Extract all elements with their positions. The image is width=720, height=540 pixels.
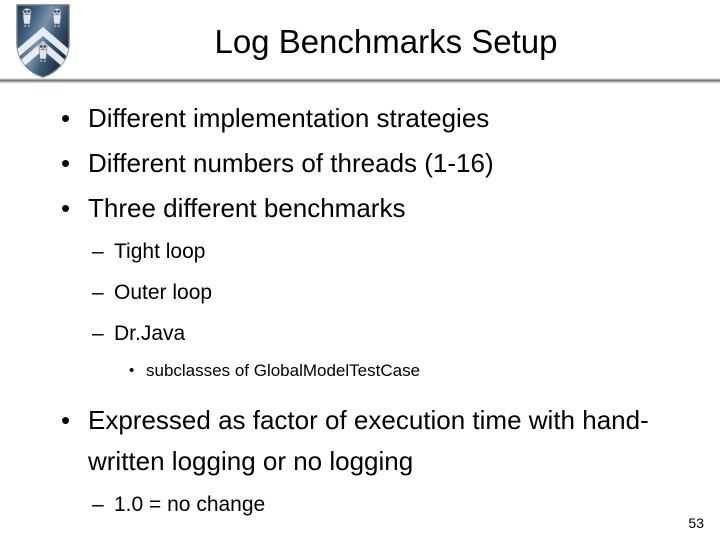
slide-header: Log Benchmarks Setup bbox=[0, 0, 720, 83]
bullet-item-level1: • Expressed as factor of execution time … bbox=[55, 400, 720, 482]
bullet-marker: • bbox=[61, 193, 71, 223]
bullet-text: Different implementation strategies bbox=[88, 103, 490, 133]
bullet-item-level1: • Different numbers of threads (1-16) bbox=[55, 141, 720, 186]
header-divider bbox=[0, 78, 720, 83]
bullet-marker: • bbox=[61, 405, 71, 435]
bullet-text: Outer loop bbox=[114, 281, 213, 304]
bullet-text: 1.0 = no change bbox=[114, 493, 266, 516]
page-number: 53 bbox=[688, 515, 704, 531]
bullet-item-level1: • Three different benchmarks bbox=[55, 186, 720, 231]
bullet-marker: – bbox=[92, 322, 104, 345]
bullet-marker: – bbox=[92, 240, 104, 263]
bullet-marker: • bbox=[61, 103, 71, 133]
bullet-text: Three different benchmarks bbox=[88, 193, 406, 223]
bullet-item-level2: – Outer loop bbox=[92, 272, 720, 313]
page-title: Log Benchmarks Setup bbox=[214, 23, 558, 60]
bullet-text: Expressed as factor of execution time wi… bbox=[88, 405, 649, 476]
slide: Log Benchmarks Setup • Different impleme… bbox=[0, 0, 720, 540]
bullet-item-level2: – Dr.Java bbox=[92, 313, 720, 354]
bullet-marker: – bbox=[92, 281, 104, 304]
bullet-item-level2: – 1.0 = no change bbox=[92, 484, 720, 525]
bullet-item-level3: • subclasses of GlobalModelTestCase bbox=[129, 354, 720, 388]
rice-university-shield-logo bbox=[14, 3, 72, 79]
bullet-marker: • bbox=[129, 362, 135, 379]
bullet-item-level1: • Different implementation strategies bbox=[55, 96, 720, 141]
bullet-text: subclasses of GlobalModelTestCase bbox=[146, 361, 421, 380]
bullet-text: Different numbers of threads (1-16) bbox=[88, 148, 494, 178]
bullet-list: • Different implementation strategies • … bbox=[0, 96, 720, 525]
bullet-marker: • bbox=[61, 148, 71, 178]
bullet-item-level2: – Tight loop bbox=[92, 231, 720, 272]
bullet-marker: – bbox=[92, 493, 104, 516]
slide-body: • Different implementation strategies • … bbox=[0, 96, 720, 525]
bullet-text: Tight loop bbox=[114, 240, 206, 263]
bullet-text: Dr.Java bbox=[114, 322, 186, 345]
